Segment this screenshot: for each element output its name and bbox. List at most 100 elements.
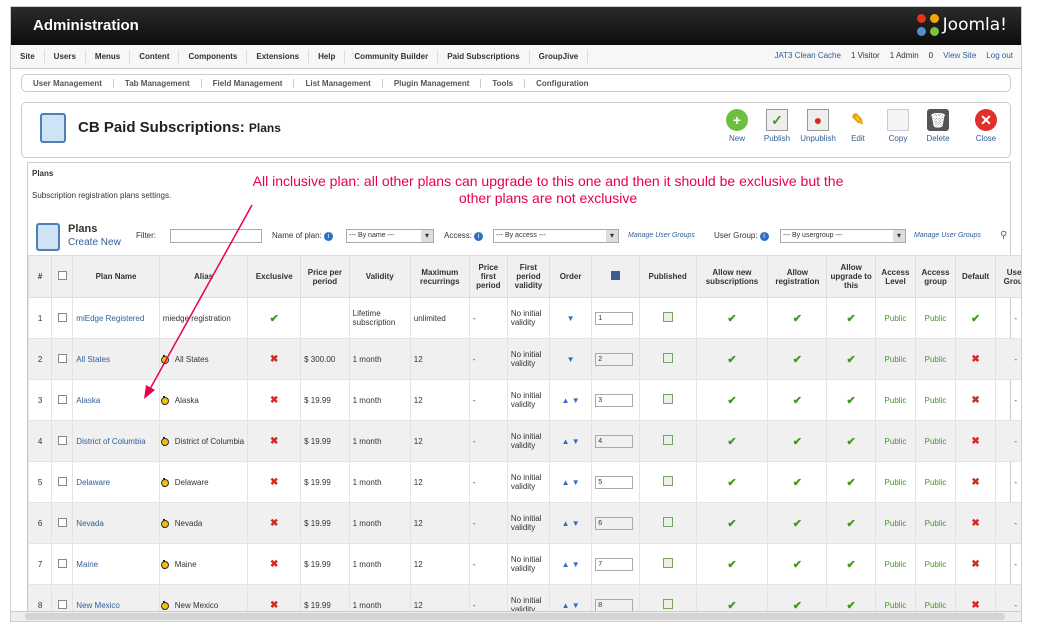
allow-registration-status[interactable]: ✔: [767, 461, 828, 503]
menu-menus[interactable]: Menus: [86, 49, 131, 64]
horizontal-scrollbar[interactable]: [11, 611, 1021, 621]
move-up-icon[interactable]: ▲: [562, 437, 570, 446]
order-input[interactable]: 8: [595, 598, 634, 612]
menu-extensions[interactable]: Extensions: [247, 49, 310, 64]
row-select[interactable]: [51, 379, 74, 421]
order-input[interactable]: 3: [595, 393, 634, 407]
row-checkbox[interactable]: [57, 312, 67, 322]
row-select[interactable]: [51, 461, 74, 503]
menu-community-builder[interactable]: Community Builder: [345, 49, 439, 64]
row-checkbox[interactable]: [57, 558, 67, 568]
logout-link[interactable]: Log out: [986, 51, 1013, 60]
order-value[interactable]: 1: [591, 297, 640, 339]
published-icon[interactable]: [662, 476, 673, 486]
menu-help[interactable]: Help: [309, 49, 346, 64]
col-published[interactable]: Published: [638, 255, 697, 298]
published-status[interactable]: [638, 338, 697, 380]
published-status[interactable]: [638, 543, 697, 585]
col-select-all[interactable]: [51, 255, 74, 298]
allow-new-status[interactable]: ✔: [695, 461, 769, 503]
menu-site[interactable]: Site: [11, 49, 45, 64]
table-row[interactable]: 4 District of Columbia District of Columbi…: [27, 420, 1021, 462]
col-allow-upgrade[interactable]: Allow upgrade to this: [826, 255, 876, 298]
allow-registration-status[interactable]: ✔: [767, 379, 828, 421]
allow-registration-status[interactable]: ✔: [767, 420, 828, 462]
default-status[interactable]: ✖: [955, 420, 997, 462]
table-row[interactable]: 1 miEdge Registered miedge registration ✔ Li…: [27, 297, 1021, 339]
published-icon[interactable]: [662, 435, 673, 445]
publish-button[interactable]: ✓ Publish: [757, 109, 797, 143]
order-arrows[interactable]: ▲ ▼: [549, 461, 593, 503]
table-row[interactable]: 5 Delaware Delaware ✖ $ 19.99 1 month 12- No in…: [27, 461, 1021, 503]
submenu-user-management[interactable]: User Management: [22, 78, 114, 88]
plan-name-link[interactable]: District of Columbia: [76, 437, 145, 446]
default-status[interactable]: ✔: [955, 297, 997, 339]
row-checkbox[interactable]: [57, 517, 67, 527]
plan-name[interactable]: Alaska: [72, 379, 160, 421]
exclusive-status[interactable]: ✖: [247, 461, 302, 503]
plan-name[interactable]: Delaware: [72, 461, 160, 503]
col-alias[interactable]: Alias: [158, 255, 249, 298]
order-input[interactable]: 1: [595, 311, 634, 325]
submenu-tab-management[interactable]: Tab Management: [114, 78, 202, 88]
allow-new-status[interactable]: ✔: [695, 543, 769, 585]
select-all-checkbox[interactable]: [57, 271, 67, 280]
col-allow-new[interactable]: Allow new subscriptions: [695, 255, 769, 298]
allow-new-status[interactable]: ✔: [695, 379, 769, 421]
plan-name-link[interactable]: Delaware: [76, 478, 110, 487]
published-icon[interactable]: [662, 517, 673, 527]
move-up-icon[interactable]: ▲: [562, 560, 570, 569]
col-plan-name[interactable]: Plan Name: [72, 255, 160, 298]
default-status[interactable]: ✖: [955, 461, 997, 503]
order-arrows[interactable]: ▲ ▼: [549, 379, 593, 421]
allow-registration-status[interactable]: ✔: [767, 543, 828, 585]
unpublish-button[interactable]: ● Unpublish: [798, 109, 838, 143]
filter-input[interactable]: [170, 229, 262, 243]
published-icon[interactable]: [662, 312, 673, 322]
exclusive-status[interactable]: ✖: [247, 420, 302, 462]
move-down-icon[interactable]: ▼: [567, 314, 575, 323]
row-select[interactable]: [51, 297, 74, 339]
new-button[interactable]: + New: [717, 109, 757, 143]
order-input[interactable]: 2: [595, 352, 634, 366]
exclusive-status[interactable]: ✖: [247, 338, 302, 380]
order-value[interactable]: 7: [591, 543, 640, 585]
plan-name-link[interactable]: New Mexico: [76, 601, 120, 610]
col-access-level[interactable]: Access Level: [874, 255, 916, 298]
col-access-group[interactable]: Access group: [914, 255, 957, 298]
plan-name-link[interactable]: miEdge Registered: [76, 314, 144, 323]
clean-cache-link[interactable]: JAT3 Clean Cache: [774, 51, 841, 60]
allow-new-status[interactable]: ✔: [695, 502, 769, 544]
row-checkbox[interactable]: [57, 394, 67, 404]
col-user-group[interactable]: User Group: [995, 255, 1021, 298]
delete-button[interactable]: 🗑 Delete: [918, 109, 958, 143]
order-value[interactable]: 6: [591, 502, 640, 544]
order-input[interactable]: 5: [595, 475, 634, 489]
published-status[interactable]: [638, 420, 697, 462]
menu-content[interactable]: Content: [130, 49, 180, 64]
message-count[interactable]: 0: [929, 51, 933, 60]
order-value[interactable]: 5: [591, 461, 640, 503]
move-up-icon[interactable]: ▲: [562, 396, 570, 405]
move-up-icon[interactable]: ▲: [562, 478, 570, 487]
row-select[interactable]: [51, 543, 74, 585]
manage-user-groups-link[interactable]: Manage User Groups: [628, 232, 695, 239]
allow-new-status[interactable]: ✔: [695, 420, 769, 462]
manage-user-groups-link-2[interactable]: Manage User Groups: [914, 232, 981, 239]
published-icon[interactable]: [662, 394, 673, 404]
menu-groupjive[interactable]: GroupJive: [530, 49, 589, 64]
plan-name[interactable]: miEdge Registered: [72, 297, 160, 339]
exclusive-status[interactable]: ✖: [247, 379, 302, 421]
plan-name[interactable]: All States: [72, 338, 160, 380]
plan-name[interactable]: Nevada: [72, 502, 160, 544]
move-down-icon[interactable]: ▼: [572, 478, 580, 487]
published-icon[interactable]: [662, 353, 673, 363]
col-save-order[interactable]: [591, 255, 640, 298]
allow-registration-status[interactable]: ✔: [767, 297, 828, 339]
plan-name-link[interactable]: Maine: [76, 560, 98, 569]
submenu-field-management[interactable]: Field Management: [202, 78, 295, 88]
submenu-tools[interactable]: Tools: [481, 78, 526, 88]
published-icon[interactable]: [662, 599, 673, 609]
allow-new-status[interactable]: ✔: [695, 297, 769, 339]
allow-upgrade-status[interactable]: ✔: [826, 461, 876, 503]
